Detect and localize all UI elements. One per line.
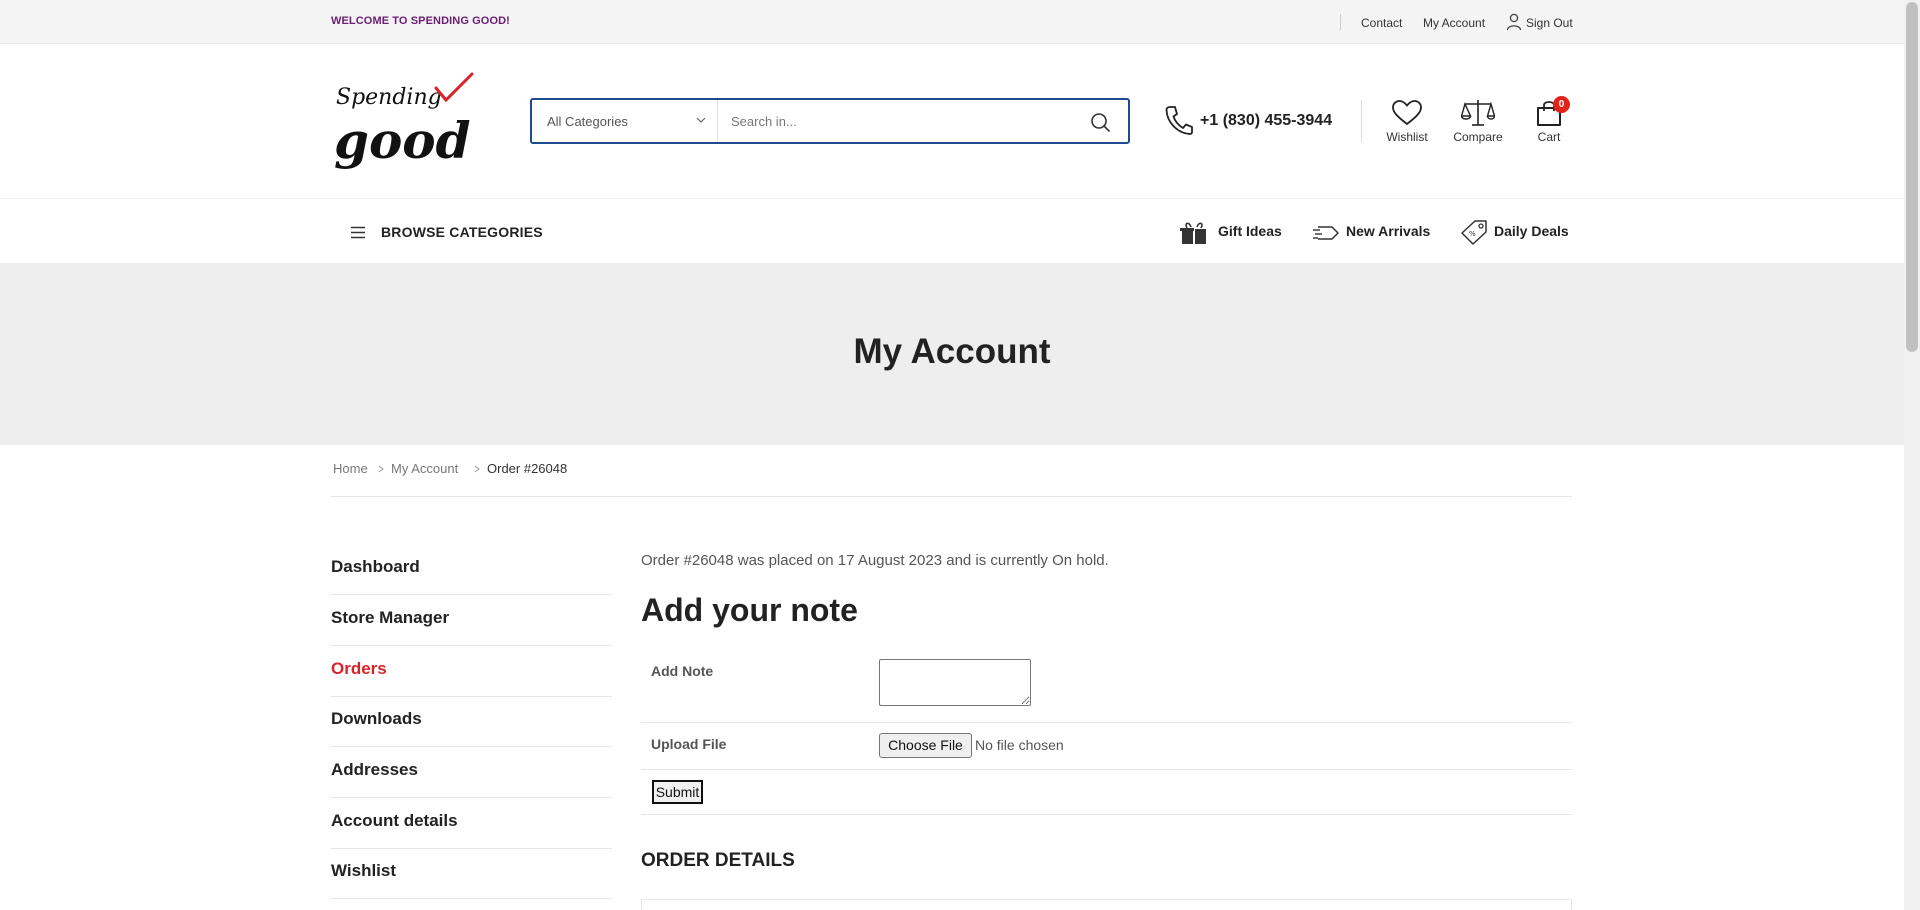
compare-icon[interactable] [1461, 98, 1495, 128]
form-row-divider [641, 769, 1572, 770]
logo-text-top: Spending [336, 85, 442, 110]
submit-button[interactable]: Submit [652, 780, 703, 804]
breadcrumb-my-account[interactable]: My Account [391, 461, 458, 476]
price-tag-icon: % [1461, 220, 1487, 245]
header-divider [1361, 100, 1362, 142]
scrollbar-thumb[interactable] [1906, 2, 1918, 352]
order-status-message: Order #26048 was placed on 17 August 202… [641, 552, 1109, 569]
compare-label[interactable]: Compare [1443, 130, 1513, 144]
page-banner: My Account [0, 264, 1904, 445]
sign-out-link[interactable]: Sign Out [1526, 16, 1573, 30]
choose-file-button[interactable]: Choose File [879, 733, 972, 758]
logo-text-bottom: good [334, 111, 471, 170]
search-input[interactable] [719, 100, 1079, 142]
sidebar-item-account-details[interactable]: Account details [331, 799, 612, 849]
welcome-text: WELCOME TO SPENDING GOOD! [331, 15, 510, 27]
chevron-right-icon [378, 465, 384, 473]
top-divider [1340, 14, 1341, 30]
nav-new-arrivals[interactable]: New Arrivals [1346, 223, 1430, 239]
main-nav: BROWSE CATEGORIES Gift Ideas New Arrival… [0, 198, 1904, 264]
add-note-heading: Add your note [641, 592, 858, 628]
search-bar: All Categories [530, 98, 1130, 144]
sidebar-item-dashboard[interactable]: Dashboard [331, 545, 612, 595]
form-row-divider [641, 722, 1572, 723]
note-textarea[interactable] [879, 659, 1031, 706]
browse-categories-button[interactable]: BROWSE CATEGORIES [381, 224, 543, 240]
svg-text:%: % [1469, 230, 1476, 238]
page-title: My Account [853, 332, 1051, 371]
sidebar-item-store-manager[interactable]: Store Manager [331, 596, 612, 646]
sidebar-item-wishlist[interactable]: Wishlist [331, 849, 612, 899]
chevron-down-icon [696, 117, 706, 123]
order-details-table [641, 899, 1572, 910]
add-note-label: Add Note [651, 663, 714, 679]
breadcrumb-current: Order #26048 [487, 461, 568, 476]
user-icon[interactable] [1506, 13, 1522, 31]
cart-label[interactable]: Cart [1514, 130, 1584, 144]
category-select-value: All Categories [547, 114, 628, 129]
wishlist-label[interactable]: Wishlist [1372, 130, 1442, 144]
gift-icon [1180, 222, 1206, 244]
sidebar-item-addresses[interactable]: Addresses [331, 748, 612, 798]
my-account-link[interactable]: My Account [1423, 16, 1485, 30]
phone-icon [1165, 106, 1193, 135]
sidebar-item-downloads[interactable]: Downloads [331, 697, 612, 747]
order-details-heading: ORDER DETAILS [641, 850, 795, 871]
cart-count-badge: 0 [1553, 96, 1570, 113]
page-scrollbar[interactable] [1904, 0, 1920, 910]
category-select[interactable]: All Categories [532, 100, 718, 142]
nav-daily-deals[interactable]: Daily Deals [1494, 223, 1569, 239]
nav-gift-ideas[interactable]: Gift Ideas [1218, 223, 1282, 239]
phone-number[interactable]: +1 (830) 455-3944 [1200, 112, 1332, 130]
heart-icon[interactable] [1390, 98, 1424, 128]
breadcrumb-divider [331, 496, 1572, 497]
search-icon[interactable] [1088, 110, 1112, 134]
chevron-right-icon [474, 465, 480, 473]
hamburger-icon[interactable] [350, 226, 366, 239]
file-status-text: No file chosen [975, 737, 1064, 753]
form-row-divider [641, 814, 1572, 815]
breadcrumb-home[interactable]: Home [333, 461, 368, 476]
sidebar-item-orders[interactable]: Orders [331, 647, 612, 697]
contact-link[interactable]: Contact [1361, 16, 1402, 30]
upload-file-label: Upload File [651, 736, 727, 752]
spending-good-logo[interactable]: Spending good [332, 70, 477, 170]
top-bar: WELCOME TO SPENDING GOOD! Contact My Acc… [0, 0, 1904, 44]
new-arrivals-icon [1313, 226, 1339, 240]
